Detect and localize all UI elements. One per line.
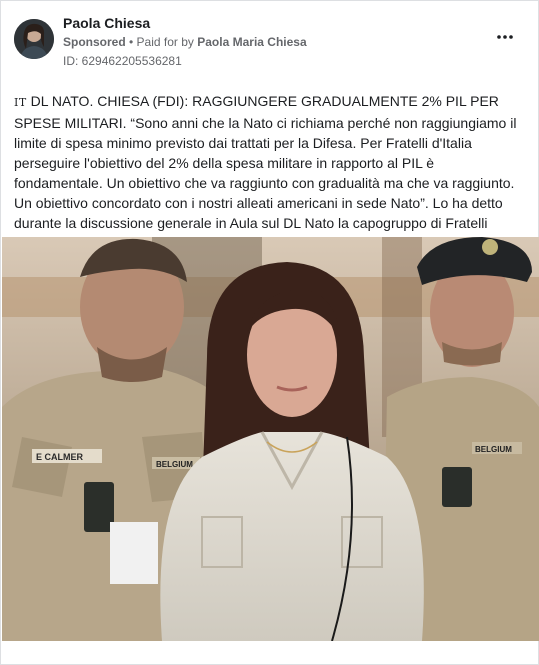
post-photo[interactable]: E CALMER BELGIUM BELGIUM [2, 237, 539, 641]
avatar-image [14, 19, 54, 59]
sponsored-post-card: Paola Chiesa Sponsored • Paid for by Pao… [0, 0, 539, 665]
more-options-button[interactable] [494, 29, 516, 45]
sponsored-line: Sponsored • Paid for by Paola Maria Chie… [63, 35, 307, 49]
more-horizontal-icon [497, 35, 513, 39]
author-avatar[interactable] [14, 19, 54, 59]
author-name[interactable]: Paola Chiesa [63, 15, 150, 31]
left-country-patch: BELGIUM [156, 460, 193, 469]
photo-image: E CALMER BELGIUM BELGIUM [2, 237, 539, 641]
post-text: IT DL NATO. CHIESA (FDI): RAGGIUNGERE GR… [14, 91, 519, 253]
ad-id: ID: 629462205536281 [63, 54, 182, 68]
sponsored-label[interactable]: Sponsored [63, 35, 126, 49]
post-body: DL NATO. CHIESA (FDI): RAGGIUNGERE GRADU… [14, 93, 517, 251]
left-name-tape: E CALMER [36, 452, 84, 462]
payer-name[interactable]: Paola Maria Chiesa [197, 35, 306, 49]
paid-for-prefix: • Paid for by [125, 35, 198, 49]
italy-flag-label: IT [14, 96, 27, 109]
right-country-patch: BELGIUM [475, 445, 512, 454]
